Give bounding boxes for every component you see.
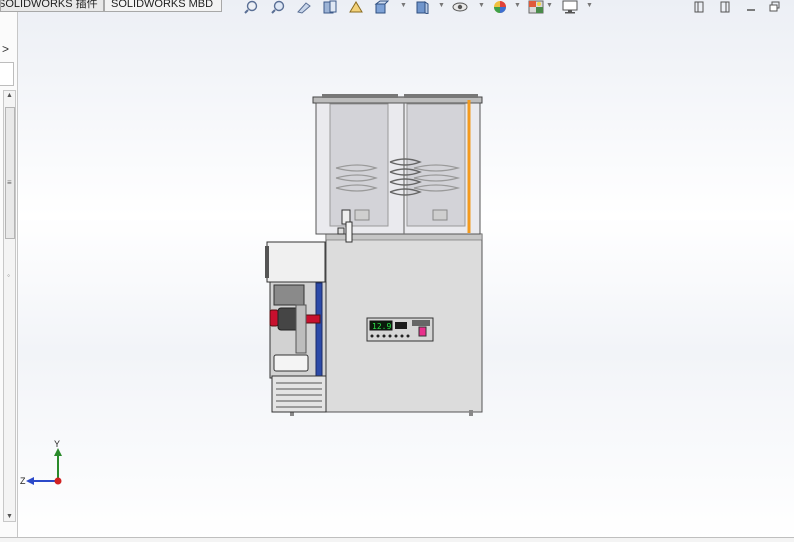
dynamic-annotation-view-icon[interactable] xyxy=(348,0,364,14)
model-viewport[interactable]: 12.9 xyxy=(17,14,794,534)
scroll-thumb[interactable]: ≡ xyxy=(5,107,15,239)
tab-solidworks-addins[interactable]: SOLIDWORKS 插件 xyxy=(0,0,104,12)
blue-side-panel xyxy=(315,282,323,378)
maximize-icon[interactable] xyxy=(768,0,782,14)
next-view-icon[interactable] xyxy=(718,0,732,14)
red-knob-right xyxy=(305,314,321,324)
scroll-down-icon[interactable]: ▼ xyxy=(4,513,15,520)
view-settings-icon[interactable] xyxy=(562,0,578,14)
feature-manager-panel-edge: > ▲ ≡ ▼ ◦ xyxy=(0,12,18,541)
display-style-dropdown-icon[interactable]: ▼ xyxy=(438,2,445,9)
command-manager-tabs: SOLIDWORKS 插件 SOLIDWORKS MBD xyxy=(0,0,222,12)
tab-solidworks-mbd[interactable]: SOLIDWORKS MBD xyxy=(104,0,222,12)
zoom-to-fit-icon[interactable] xyxy=(244,0,260,14)
zoom-to-area-icon[interactable] xyxy=(270,0,286,14)
apply-scene-dropdown-icon[interactable]: ▼ xyxy=(546,2,553,9)
power-button xyxy=(418,326,427,337)
view-orientation-icon[interactable] xyxy=(374,0,390,14)
panel-collapsed-box xyxy=(0,62,14,86)
scroll-up-icon[interactable]: ▲ xyxy=(4,92,15,99)
scroll-grip-icon: ≡ xyxy=(7,178,12,187)
view-orientation-dropdown-icon[interactable]: ▼ xyxy=(400,2,407,9)
minimize-icon[interactable] xyxy=(744,0,758,14)
control-panel: 12.9 xyxy=(366,317,434,342)
side-module xyxy=(265,241,327,413)
display-style-icon[interactable] xyxy=(414,0,430,14)
panel-scrollbar[interactable]: ▲ ≡ ▼ xyxy=(3,90,16,522)
panel-splitter-handle[interactable]: ◦ xyxy=(0,260,17,290)
hide-show-items-icon[interactable] xyxy=(452,0,468,14)
restore-view-icon[interactable] xyxy=(692,0,706,14)
red-knob-left xyxy=(269,309,279,327)
apply-scene-icon[interactable] xyxy=(528,0,544,14)
section-view-icon[interactable] xyxy=(322,0,338,14)
machine-foot xyxy=(469,410,473,416)
hide-show-dropdown-icon[interactable]: ▼ xyxy=(478,2,485,9)
previous-view-icon[interactable] xyxy=(296,0,312,14)
temperature-display-value: 12.9 xyxy=(372,322,391,331)
triad-y-label: Y xyxy=(54,439,60,449)
triad-z-label: Z xyxy=(20,476,26,486)
expand-panel-chevron-icon[interactable]: > xyxy=(2,42,9,56)
reference-triad: Y Z xyxy=(20,439,62,486)
bottom-edge xyxy=(0,537,794,542)
edit-appearance-icon[interactable] xyxy=(492,0,508,14)
view-settings-dropdown-icon[interactable]: ▼ xyxy=(586,2,593,9)
edit-appearance-dropdown-icon[interactable]: ▼ xyxy=(514,2,521,9)
